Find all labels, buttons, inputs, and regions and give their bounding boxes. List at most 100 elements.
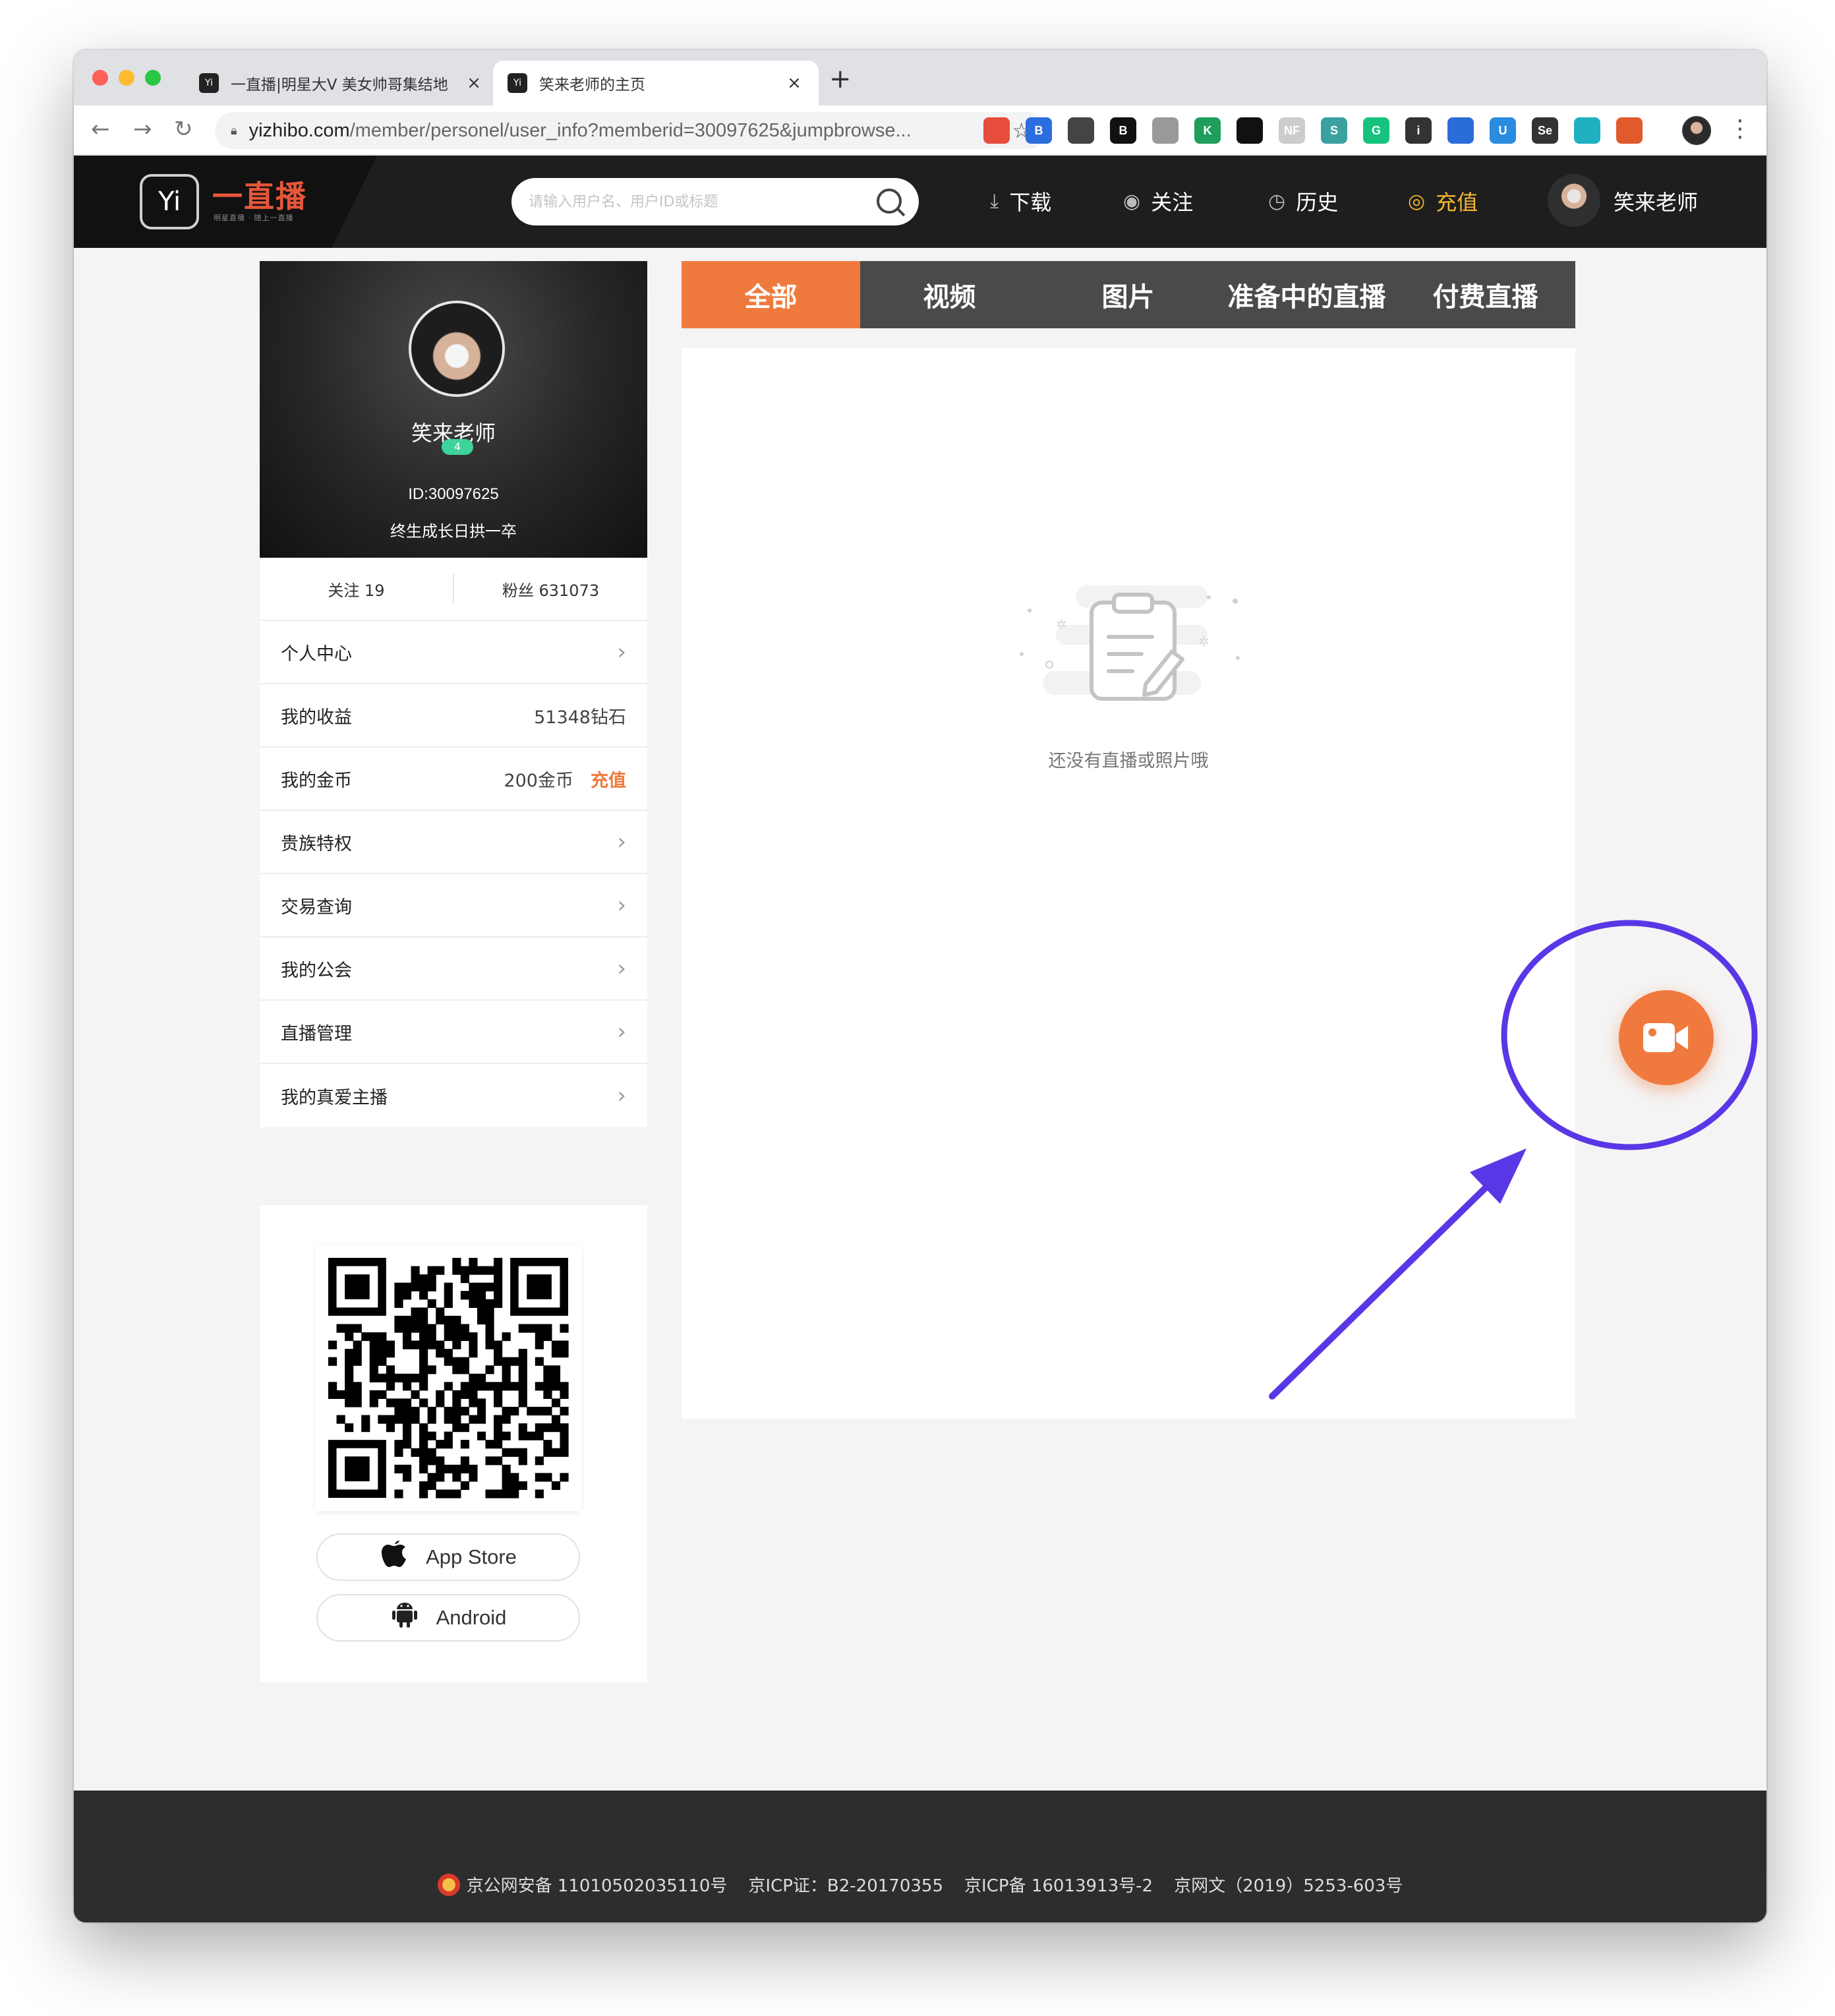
nav-download[interactable]: ⤓ 下载: [990, 186, 1051, 216]
translate-icon[interactable]: B: [1026, 117, 1052, 144]
grammarly-icon[interactable]: G: [1363, 117, 1389, 144]
nav-history[interactable]: ◷ 历史: [1268, 186, 1338, 216]
menu-item-favorite-hosts[interactable]: 我的真爱主播 ›: [260, 1064, 647, 1127]
user-avatar[interactable]: [1548, 174, 1600, 227]
police-emblem-icon: [437, 1873, 460, 1896]
k-icon[interactable]: K: [1194, 117, 1221, 144]
close-tab-icon[interactable]: ×: [784, 73, 804, 93]
app-store-button[interactable]: App Store: [316, 1533, 580, 1581]
menu-item-noble-privileges[interactable]: 贵族特权 ›: [260, 811, 647, 874]
tab-title: 一直播|明星大V 美女帅哥集结地: [231, 76, 448, 94]
forward-arrow-icon[interactable]: →: [133, 116, 152, 142]
yizhibo-logo-icon[interactable]: Yi: [140, 174, 199, 229]
menu-item-guild[interactable]: 我的公会 ›: [260, 937, 647, 1001]
recharge-link[interactable]: 充值: [591, 766, 626, 792]
s-icon[interactable]: S: [1321, 117, 1347, 144]
chrome-color-icon[interactable]: [983, 117, 1010, 144]
url-text[interactable]: yizhibo.com/member/personel/user_info?me…: [249, 120, 1012, 142]
search-input[interactable]: [529, 187, 858, 216]
nav-recharge[interactable]: ◎ 充值: [1408, 186, 1478, 216]
menu-item-transactions[interactable]: 交易查询 ›: [260, 874, 647, 937]
zoom-window-button[interactable]: [145, 70, 161, 86]
close-window-button[interactable]: [92, 70, 108, 86]
chevron-right-icon: ›: [617, 639, 626, 665]
menu-item-coins[interactable]: 我的金币 200金币 充值: [260, 748, 647, 811]
info-icon[interactable]: i: [1405, 117, 1432, 144]
account-menu: 个人中心 › 我的收益 51348钻石 我的金币 200金币 充值 贵族特权 ›…: [260, 621, 647, 1127]
logo-text[interactable]: 一直播: [212, 173, 307, 216]
fans-count[interactable]: 粉丝 631073: [454, 578, 647, 601]
browser-tab-1[interactable]: Yi 一直播|明星大V 美女帅哥集结地 ×: [185, 61, 498, 105]
flag-icon[interactable]: [1447, 117, 1474, 144]
search-icon[interactable]: [877, 189, 902, 214]
app-download-card: App Store Android: [260, 1205, 647, 1682]
close-tab-icon[interactable]: ×: [464, 73, 484, 93]
chevron-right-icon: ›: [617, 829, 626, 855]
reload-icon[interactable]: ↻: [174, 116, 193, 142]
menu-item-personal-center[interactable]: 个人中心 ›: [260, 621, 647, 684]
app-store-label: App Store: [426, 1545, 517, 1568]
android-button[interactable]: Android: [316, 1594, 580, 1642]
content-tabs: 全部 视频 图片 准备中的直播 付费直播: [682, 261, 1575, 328]
android-label: Android: [436, 1606, 507, 1629]
eye-icon: ◉: [1123, 189, 1141, 213]
qr-code-image: [328, 1258, 569, 1498]
tab-videos[interactable]: 视频: [860, 261, 1039, 328]
menu-item-earnings[interactable]: 我的收益 51348钻石: [260, 684, 647, 748]
chevron-right-icon: ›: [617, 1082, 626, 1109]
following-count[interactable]: 关注 19: [260, 578, 453, 601]
start-live-button[interactable]: [1619, 990, 1714, 1085]
video-camera-icon: [1643, 1023, 1688, 1052]
footer-icp-record[interactable]: 京ICP备 16013913号-2: [964, 1872, 1153, 1897]
footer-license-row: 京公网安备 11010502035110号 京ICP证：B2-20170355 …: [74, 1872, 1766, 1897]
chevron-right-icon: ›: [617, 955, 626, 982]
nf-icon[interactable]: NF: [1279, 117, 1305, 144]
earnings-value: 51348钻石: [534, 707, 626, 728]
chevron-right-icon: ›: [617, 1019, 626, 1045]
nav-follow[interactable]: ◉ 关注: [1123, 186, 1193, 216]
minimize-window-button[interactable]: [119, 70, 134, 86]
new-tab-button[interactable]: +: [829, 66, 852, 92]
dots-icon[interactable]: [1237, 117, 1263, 144]
clip-icon[interactable]: [1616, 117, 1643, 144]
yizhibo-favicon-icon: Yi: [199, 73, 219, 93]
b-icon[interactable]: B: [1110, 117, 1136, 144]
level-badge: 4: [442, 439, 473, 455]
profile-avatar: [409, 301, 505, 397]
tab-all[interactable]: 全部: [682, 261, 860, 328]
follow-stats: 关注 19 粉丝 631073: [260, 558, 647, 621]
u-icon[interactable]: U: [1490, 117, 1516, 144]
coins-value: 200金币: [504, 770, 573, 791]
site-header: Yi 一直播 明星直播 · 随上一直播 ⤓下载 ◉关注 ◷历史 ◎充值 笑来老师: [74, 156, 1766, 248]
header-username[interactable]: 笑来老师: [1614, 186, 1698, 216]
site-footer: 京公网安备 11010502035110号 京ICP证：B2-20170355 …: [74, 1791, 1766, 1922]
empty-state-text: 还没有直播或照片哦: [1048, 751, 1209, 771]
svg-text:✲: ✲: [1198, 634, 1209, 649]
tab-strip: Yi 一直播|明星大V 美女帅哥集结地 × Yi 笑来老师的主页 × +: [74, 50, 1766, 105]
tab-photos[interactable]: 图片: [1039, 261, 1217, 328]
profile-id: ID:30097625: [408, 485, 499, 503]
se-icon[interactable]: Se: [1532, 117, 1558, 144]
footer-icp-license[interactable]: 京ICP证：B2-20170355: [748, 1872, 943, 1897]
empty-state-clipboard-icon: ✲ ✲: [1020, 585, 1240, 701]
tab-upcoming-live[interactable]: 准备中的直播: [1217, 261, 1396, 328]
shield-icon[interactable]: [1152, 117, 1179, 144]
browser-profile-avatar[interactable]: [1682, 116, 1711, 145]
extensions-bar: B B K NF S Gi U Se: [983, 117, 1643, 144]
address-bar[interactable]: 🔒︎ yizhibo.com/member/personel/user_info…: [215, 112, 1047, 149]
coin-icon: ◎: [1408, 189, 1426, 213]
clock-icon: ◷: [1268, 189, 1286, 213]
back-arrow-icon[interactable]: ←: [91, 116, 110, 142]
browser-menu-icon[interactable]: ⋮: [1728, 115, 1752, 144]
browser-tab-2[interactable]: Yi 笑来老师的主页 ×: [493, 61, 819, 105]
tab-paid-live[interactable]: 付费直播: [1396, 261, 1575, 328]
content-panel: ✲ ✲ 还没有直播或照片哦: [682, 348, 1575, 1419]
qr-code: [315, 1245, 581, 1511]
footer-network-culture[interactable]: 京网文（2019）5253-603号: [1174, 1872, 1403, 1897]
screenshot-icon[interactable]: [1068, 117, 1094, 144]
lock-icon[interactable]: 🔒︎: [231, 124, 237, 138]
menu-item-live-management[interactable]: 直播管理 ›: [260, 1001, 647, 1064]
check-icon[interactable]: [1574, 117, 1600, 144]
browser-window: Yi 一直播|明星大V 美女帅哥集结地 × Yi 笑来老师的主页 × + ← →…: [74, 50, 1766, 1922]
footer-public-security[interactable]: 京公网安备 11010502035110号: [467, 1872, 728, 1897]
